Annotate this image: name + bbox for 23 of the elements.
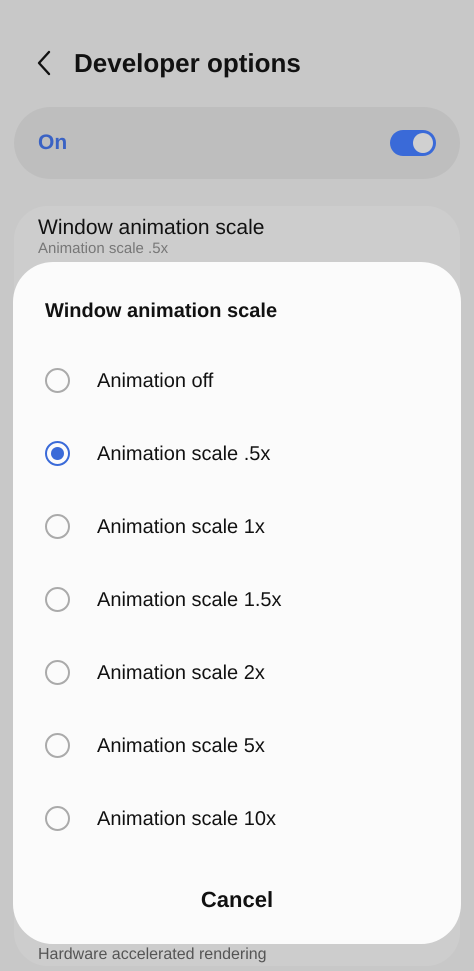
radio-option[interactable]: Animation scale 5x [13, 709, 461, 782]
radio-option[interactable]: Animation off [13, 344, 461, 417]
radio-button[interactable] [45, 806, 70, 831]
radio-option[interactable]: Animation scale 10x [13, 782, 461, 855]
radio-option[interactable]: Animation scale 1x [13, 490, 461, 563]
switch-label: On [38, 130, 68, 156]
cancel-button[interactable]: Cancel [180, 877, 294, 922]
radio-option[interactable]: Animation scale 2x [13, 636, 461, 709]
setting-title: Window animation scale [38, 216, 266, 240]
radio-button[interactable] [45, 441, 70, 466]
setting-title: Hardware accelerated rendering [38, 946, 268, 964]
back-icon[interactable] [36, 50, 52, 76]
setting-summary: Animation scale .5x [38, 240, 170, 257]
radio-button[interactable] [45, 587, 70, 612]
radio-button[interactable] [45, 660, 70, 685]
radio-option[interactable]: Animation scale 1.5x [13, 563, 461, 636]
radio-button[interactable] [45, 368, 70, 393]
dialog-title: Window animation scale [44, 299, 278, 324]
radio-option[interactable]: Animation scale .5x [13, 417, 461, 490]
radio-button[interactable] [45, 514, 70, 539]
toggle-switch[interactable] [390, 130, 436, 156]
radio-button[interactable] [45, 733, 70, 758]
page-title: Developer options [74, 46, 301, 80]
